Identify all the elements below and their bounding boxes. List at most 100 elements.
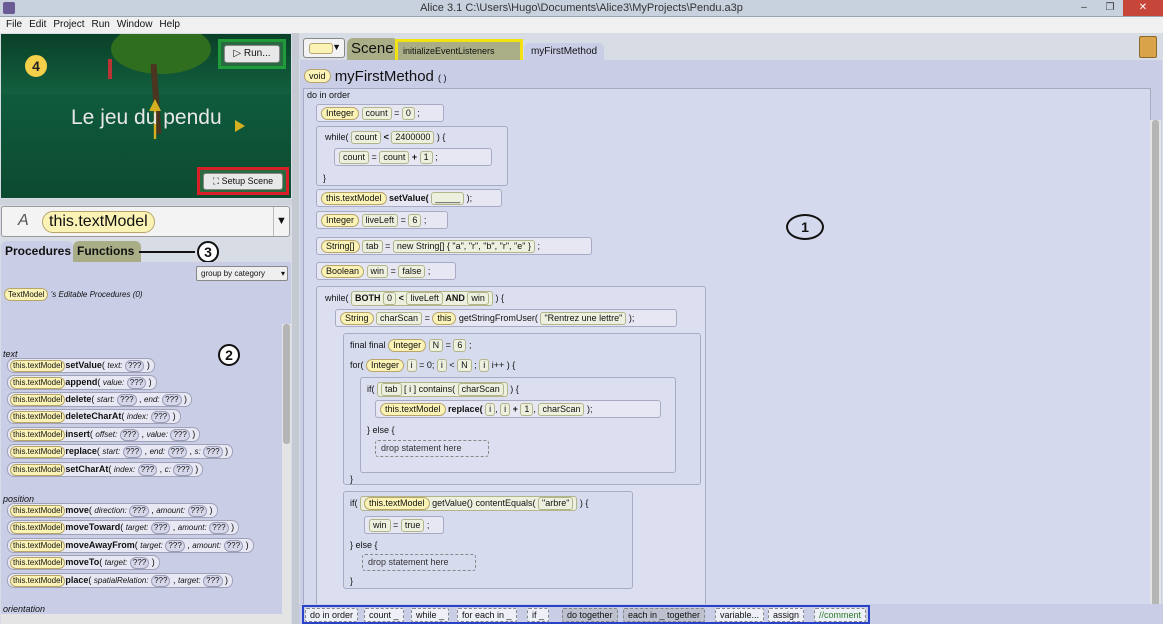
stmt-declare-count[interactable]: Integer count = 0 ; bbox=[316, 104, 444, 122]
ctrl-for-each[interactable]: for each in _ bbox=[457, 608, 517, 622]
var-count: count bbox=[339, 151, 370, 164]
procedure-set-char-at[interactable]: this.textModel setCharAt( index: ??? , c:… bbox=[7, 462, 204, 477]
drop-zone[interactable]: drop statement here bbox=[375, 440, 489, 457]
procedure-name: moveTo bbox=[65, 557, 100, 567]
while-count-block[interactable]: while( count < 2400000 ) { count = count… bbox=[316, 126, 508, 186]
procedure-set-value[interactable]: this.textModel setValue( text: ??? ) bbox=[7, 358, 155, 373]
ctrl-variable[interactable]: variable... bbox=[715, 608, 765, 622]
bracket-close: ] bbox=[413, 384, 417, 394]
param-label: value: bbox=[146, 430, 168, 439]
drop-zone[interactable]: drop statement here bbox=[362, 554, 476, 571]
type-selector[interactable]: ▼ bbox=[303, 38, 345, 58]
tab-functions[interactable]: Functions bbox=[73, 241, 141, 262]
string-arbre: "arbre" bbox=[538, 497, 574, 510]
ctrl-while[interactable]: while _ bbox=[411, 608, 450, 622]
editor-scrollbar[interactable] bbox=[1150, 120, 1161, 606]
category-position: position bbox=[3, 494, 35, 504]
type-tile: String[] bbox=[321, 240, 360, 253]
if-win-block[interactable]: if( this.textModel getValue() contentEqu… bbox=[343, 491, 633, 589]
minimize-button[interactable]: – bbox=[1071, 0, 1097, 16]
this-tile: this bbox=[432, 312, 457, 325]
maximize-button[interactable]: ❐ bbox=[1097, 0, 1123, 16]
tab-procedures[interactable]: Procedures bbox=[1, 241, 73, 262]
setup-scene-button[interactable]: ⛶ Setup Scene bbox=[203, 173, 283, 190]
scroll-thumb[interactable] bbox=[1152, 120, 1159, 606]
procedure-append[interactable]: this.textModel append( value: ??? ) bbox=[7, 375, 157, 390]
ctrl-do-together[interactable]: do together bbox=[562, 608, 618, 622]
method-editor: void myFirstMethod ( ) do in order Integ… bbox=[300, 60, 1162, 606]
ctrl-assign[interactable]: assign bbox=[768, 608, 805, 622]
procedure-move-to[interactable]: this.textModel moveTo( target: ??? ) bbox=[7, 555, 160, 570]
brace-close: } bbox=[350, 474, 354, 484]
stmt-declare-tab[interactable]: String[] tab = new String[] { "a", "r", … bbox=[316, 237, 592, 255]
semicolon: ; bbox=[423, 215, 427, 225]
ctrl-each-in-together[interactable]: each in _ together bbox=[623, 608, 706, 622]
stmt-win-true[interactable]: win = true ; bbox=[364, 516, 444, 534]
procedure-replace[interactable]: this.textModel replace( start: ??? , end:… bbox=[7, 444, 234, 459]
procedures-hscrollbar[interactable] bbox=[1, 614, 291, 624]
param-label: index: bbox=[126, 412, 149, 421]
object-tile: this.textModel bbox=[10, 522, 66, 534]
menu-help[interactable]: Help bbox=[159, 17, 180, 33]
ctrl-do-in-order[interactable]: do in order bbox=[305, 608, 359, 622]
for-block[interactable]: final final Integer N = 6 ; for( Integer… bbox=[343, 333, 701, 485]
scroll-thumb[interactable] bbox=[283, 324, 290, 444]
run-button[interactable]: ▷ Run... bbox=[224, 45, 280, 63]
menu-edit[interactable]: Edit bbox=[29, 17, 46, 33]
group-by-select[interactable]: group by category ▾ bbox=[196, 266, 288, 281]
ctrl-comment[interactable]: //comment bbox=[814, 608, 867, 622]
stmt-declare-win[interactable]: Boolean win = false ; bbox=[316, 262, 456, 280]
for-header: for( Integer i = 0; i < N ; i i++ ) { bbox=[350, 359, 515, 372]
if-contains-block[interactable]: if( tab [ i ] contains( charScan ) { thi… bbox=[360, 377, 676, 473]
clipboard-icon[interactable] bbox=[1139, 36, 1157, 58]
param-placeholder: ??? bbox=[126, 377, 147, 389]
procedure-place[interactable]: this.textModel place( spatialRelation: ??… bbox=[7, 573, 234, 588]
brace-open: ) { bbox=[436, 132, 446, 142]
param-label: target: bbox=[104, 558, 128, 567]
procedure-delete-char-at[interactable]: this.textModel deleteCharAt( index: ??? ) bbox=[7, 409, 181, 424]
param-placeholder: ??? bbox=[167, 446, 188, 458]
stmt-replace[interactable]: this.textModel replace( i, i + 1, charSc… bbox=[375, 400, 661, 418]
stmt-count-increment[interactable]: count = count + 1 ; bbox=[334, 148, 492, 166]
value-false: false bbox=[398, 265, 426, 278]
value-6: 6 bbox=[453, 339, 467, 352]
menu-project[interactable]: Project bbox=[53, 17, 84, 33]
stmt-declare-liveleft[interactable]: Integer liveLeft = 6 ; bbox=[316, 211, 448, 229]
procedure-insert[interactable]: this.textModel insert( offset: ??? , valu… bbox=[7, 427, 201, 442]
ctrl-if[interactable]: if _ bbox=[527, 608, 550, 622]
split-divider[interactable] bbox=[292, 33, 299, 624]
procedure-move-away-from[interactable]: this.textModel moveAwayFrom( target: ??? … bbox=[7, 538, 254, 553]
procedure-move[interactable]: this.textModel move( direction: ??? , amo… bbox=[7, 503, 218, 518]
param-label: target: bbox=[140, 541, 163, 550]
run-highlight: ▷ Run... bbox=[218, 39, 286, 69]
type-tile: Integer bbox=[321, 214, 360, 227]
alice-app-icon bbox=[3, 2, 15, 14]
procedure-name: replace bbox=[65, 446, 97, 456]
kw-if: if( bbox=[350, 498, 358, 508]
panel-splitter[interactable] bbox=[0, 199, 292, 205]
param-label: s: bbox=[194, 447, 201, 456]
chevron-down-icon[interactable]: ▼ bbox=[273, 207, 289, 236]
method-contains: contains( bbox=[418, 384, 456, 394]
menu-run[interactable]: Run bbox=[91, 17, 109, 33]
prompt-string: "Rentrez une lettre" bbox=[540, 312, 627, 325]
str-b: "b" bbox=[483, 241, 495, 251]
menu-window[interactable]: Window bbox=[117, 17, 153, 33]
close-button[interactable]: ✕ bbox=[1123, 0, 1163, 16]
procedure-delete[interactable]: this.textModel delete( start: ??? , end: … bbox=[7, 392, 192, 407]
var-win: win bbox=[467, 292, 489, 305]
procedure-move-toward[interactable]: this.textModel moveToward( target: ??? , … bbox=[7, 520, 240, 535]
tab-my-first-method[interactable]: myFirstMethod bbox=[524, 43, 604, 61]
title-bar: Alice 3.1 C:\Users\Hugo\Documents\Alice3… bbox=[0, 0, 1163, 17]
scene-preview[interactable]: Le jeu du pendu 4 ▷ Run... ⛶ Setup Scene bbox=[1, 34, 291, 198]
stmt-charscan[interactable]: String charScan = this getStringFromUser… bbox=[335, 309, 677, 327]
menu-file[interactable]: File bbox=[6, 17, 22, 33]
while-main-block[interactable]: while( BOTH 0 < liveLeft AND win ) { Str… bbox=[316, 286, 706, 606]
ctrl-count[interactable]: count _ bbox=[364, 608, 404, 622]
kw-for: for( bbox=[350, 360, 364, 370]
procedures-scrollbar[interactable] bbox=[282, 324, 291, 624]
stmt-setvalue[interactable]: this.textModel setValue( _____ ); bbox=[316, 189, 502, 207]
method-replace: replace( bbox=[448, 404, 483, 414]
tab-scene[interactable]: Scene bbox=[347, 38, 398, 60]
instance-selector[interactable]: A this.textModel ▼ bbox=[1, 206, 290, 237]
